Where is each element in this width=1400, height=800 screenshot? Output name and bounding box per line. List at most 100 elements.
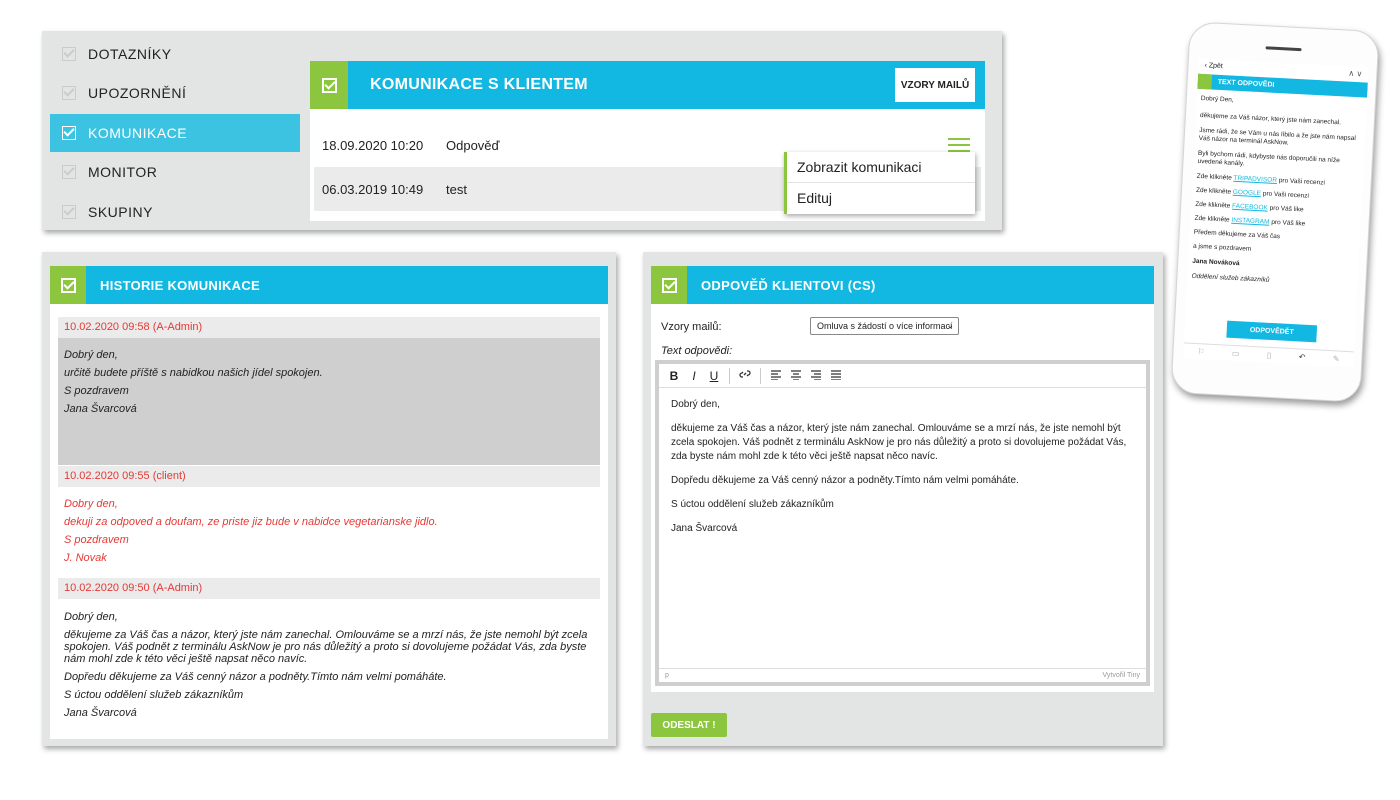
mobile-line: Dobrý Den, xyxy=(1200,94,1234,104)
mobile-reply-button[interactable]: ODPOVĚDĚT xyxy=(1226,320,1318,343)
reply-text-label: Text odpovědi: xyxy=(661,345,733,357)
editor-content[interactable]: Dobrý den, děkujeme za Váš čas a názor, … xyxy=(659,388,1146,664)
row-subject: Odpověď xyxy=(446,137,500,153)
editor-paragraph: S úctou oddělení služeb zákazníkům xyxy=(671,499,834,510)
history-panel: HISTORIE KOMUNIKACE 10.02.2020 09:58 (A-… xyxy=(42,252,616,746)
sidebar-item-label: DOTAZNÍKY xyxy=(88,46,172,62)
editor-paragraph: Jana Švarcová xyxy=(671,523,738,534)
facebook-link[interactable]: FACEBOOK xyxy=(1232,203,1268,212)
underline-button[interactable]: U xyxy=(705,369,723,383)
google-link[interactable]: GOOGLE xyxy=(1233,189,1262,197)
history-entry-date: 10.02.2020 09:50 (A-Admin) xyxy=(58,578,600,599)
mobile-line: děkujeme za Váš názor, který jste nám za… xyxy=(1199,111,1342,127)
italic-button[interactable]: I xyxy=(685,369,703,383)
mobile-check-icon xyxy=(1197,73,1213,90)
sidebar-item-skupiny[interactable]: SKUPINY xyxy=(50,193,300,231)
mobile-line: Jana Nováková xyxy=(1192,257,1240,268)
reply-card: ODPOVĚĎ KLIENTOVI (CS) Vzory mailů: Omlu… xyxy=(651,266,1154,692)
history-line: Jana Švarcová xyxy=(64,707,137,719)
reply-panel: ODPOVĚĎ KLIENTOVI (CS) Vzory mailů: Omlu… xyxy=(643,252,1163,746)
back-link-label: Zpět xyxy=(1208,62,1224,71)
header-check-icon xyxy=(310,61,348,109)
history-entry-body: Dobrý den, určitě budete příště s nabidk… xyxy=(58,338,600,465)
mobile-line: a jsme s pozdravem xyxy=(1192,242,1252,253)
link-icon[interactable] xyxy=(736,368,754,383)
instagram-link[interactable]: INSTAGRAM xyxy=(1231,217,1269,226)
back-link[interactable]: ‹ Zpět xyxy=(1204,62,1223,70)
editor-branding: Vytvořil Tiny xyxy=(1102,672,1140,679)
checkbox-icon xyxy=(62,126,76,140)
mobile-link-line: Zde klikněte TRIPADVISOR pro Vaši recenz… xyxy=(1196,172,1326,187)
sidebar-item-komunikace[interactable]: KOMUNIKACE xyxy=(50,114,300,152)
sidebar-item-upozornění[interactable]: UPOZORNĚNÍ xyxy=(50,74,300,112)
menu-item-show-communication[interactable]: Zobrazit komunikaci xyxy=(787,152,975,183)
rich-text-editor: B I U Dobrý den, děkujeme za Váš čas a n… xyxy=(655,360,1150,686)
checkbox-icon xyxy=(62,205,76,219)
chevron-down-icon: ⌄ xyxy=(946,320,954,330)
checkbox-icon xyxy=(62,47,76,61)
align-right-icon[interactable] xyxy=(807,369,825,383)
history-line: Jana Švarcová xyxy=(64,403,137,415)
templates-select[interactable]: Omluva s žádostí o více informací ⌄ xyxy=(810,317,959,335)
mobile-line: Jsme rádi, že se Vám u nás líbilo a že j… xyxy=(1198,126,1356,147)
editor-path: p xyxy=(665,672,669,679)
editor-paragraph: děkujeme za Váš čas a názor, který jste … xyxy=(671,423,1127,462)
templates-label: Vzory mailů: xyxy=(661,321,722,333)
history-line: J. Novak xyxy=(64,552,107,564)
align-justify-icon[interactable] xyxy=(827,369,845,383)
row-date: 06.03.2019 10:49 xyxy=(322,181,424,197)
row-subject: test xyxy=(446,181,467,197)
reply-header: ODPOVĚĎ KLIENTOVI (CS) xyxy=(651,266,1154,304)
mobile-line: Byli bychom rádi, kdybyste nás doporučil… xyxy=(1197,149,1340,168)
menu-item-edit[interactable]: Edituj xyxy=(787,183,975,214)
communication-panel: DOTAZNÍKY UPOZORNĚNÍ KOMUNIKACE MONITOR SKUP… xyxy=(42,31,1002,230)
mobile-link-line: Zde klikněte INSTAGRAM pro Váš like xyxy=(1194,214,1306,228)
history-card: HISTORIE KOMUNIKACE 10.02.2020 09:58 (A-… xyxy=(50,266,608,739)
align-center-icon[interactable] xyxy=(787,369,805,383)
reply-title: ODPOVĚĎ KLIENTOVI (CS) xyxy=(701,277,876,293)
align-left-icon[interactable] xyxy=(767,369,785,383)
mobile-bottom-bar: ⚐ ▭ ▯ ↶ ✎ xyxy=(1183,342,1354,368)
templates-select-value: Omluva s žádostí o více informací xyxy=(817,321,953,331)
history-entry-date: 10.02.2020 09:55 (client) xyxy=(58,466,600,487)
bold-button[interactable]: B xyxy=(665,369,683,383)
mobile-link-line: Zde klikněte FACEBOOK pro Váš like xyxy=(1195,200,1304,214)
checkbox-icon xyxy=(62,165,76,179)
history-line: Dobrý den, xyxy=(64,611,118,623)
send-button[interactable]: ODESLAT ! xyxy=(651,713,727,737)
editor-toolbar: B I U xyxy=(659,364,1146,388)
sidebar-item-label: KOMUNIKACE xyxy=(88,125,188,141)
mobile-phone-frame: ‹ Zpět ∧ ∨ TEXT ODPOVĚDI Dobrý Den, děku… xyxy=(1170,21,1380,403)
row-action-menu: Zobrazit komunikaci Edituj xyxy=(784,152,975,214)
mobile-title: TEXT ODPOVĚDI xyxy=(1217,78,1275,89)
history-entry-body: Dobrý den, děkujeme za Váš čas a názor, … xyxy=(58,599,600,727)
history-entry-body: Dobry den, dekuji za odpoved a doufam, z… xyxy=(58,487,600,575)
editor-paragraph: Dobrý den, xyxy=(671,399,720,410)
collapse-arrows-icon[interactable]: ∧ ∨ xyxy=(1348,69,1362,79)
sidebar-item-monitor[interactable]: MONITOR xyxy=(50,153,300,191)
mobile-line: Předem děkujeme za Váš čas xyxy=(1193,228,1281,241)
checkbox-icon xyxy=(62,86,76,100)
templates-button[interactable]: VZORY MAILŮ xyxy=(895,68,975,102)
sidebar-item-label: MONITOR xyxy=(88,164,158,180)
reply-icon[interactable]: ↶ xyxy=(1299,352,1306,361)
flag-icon[interactable]: ⚐ xyxy=(1197,347,1205,356)
sidebar-item-dotazníky[interactable]: DOTAZNÍKY xyxy=(50,35,300,73)
communication-header: KOMUNIKACE S KLIENTEM VZORY MAILŮ xyxy=(310,61,985,109)
phone-screen: ‹ Zpět ∧ ∨ TEXT ODPOVĚDI Dobrý Den, děku… xyxy=(1183,58,1369,368)
history-line: S úctou oddělení služeb zákazníkům xyxy=(64,689,244,701)
row-date: 18.09.2020 10:20 xyxy=(322,137,424,153)
mobile-message: Dobrý Den, děkujeme za Váš názor, který … xyxy=(1191,95,1363,289)
history-line: Dopředu děkujeme za Váš cenný názor a po… xyxy=(64,671,447,683)
mobile-header: TEXT ODPOVĚDI xyxy=(1197,73,1368,98)
trash-icon[interactable]: ▯ xyxy=(1267,351,1272,360)
folder-icon[interactable]: ▭ xyxy=(1232,349,1240,358)
history-line: Dobrý den, xyxy=(64,349,118,361)
edit-icon[interactable]: ✎ xyxy=(1333,354,1340,363)
editor-statusbar: p Vytvořil Tiny xyxy=(659,668,1146,682)
history-title: HISTORIE KOMUNIKACE xyxy=(100,277,261,293)
history-line: děkujeme za Váš čas a názor, který jste … xyxy=(64,629,588,665)
communication-card: KOMUNIKACE S KLIENTEM VZORY MAILŮ 18.09.… xyxy=(310,61,985,221)
mobile-line: Oddělení služeb zákazníků xyxy=(1191,272,1270,284)
tripadvisor-link[interactable]: TRIPADVISOR xyxy=(1233,175,1277,184)
